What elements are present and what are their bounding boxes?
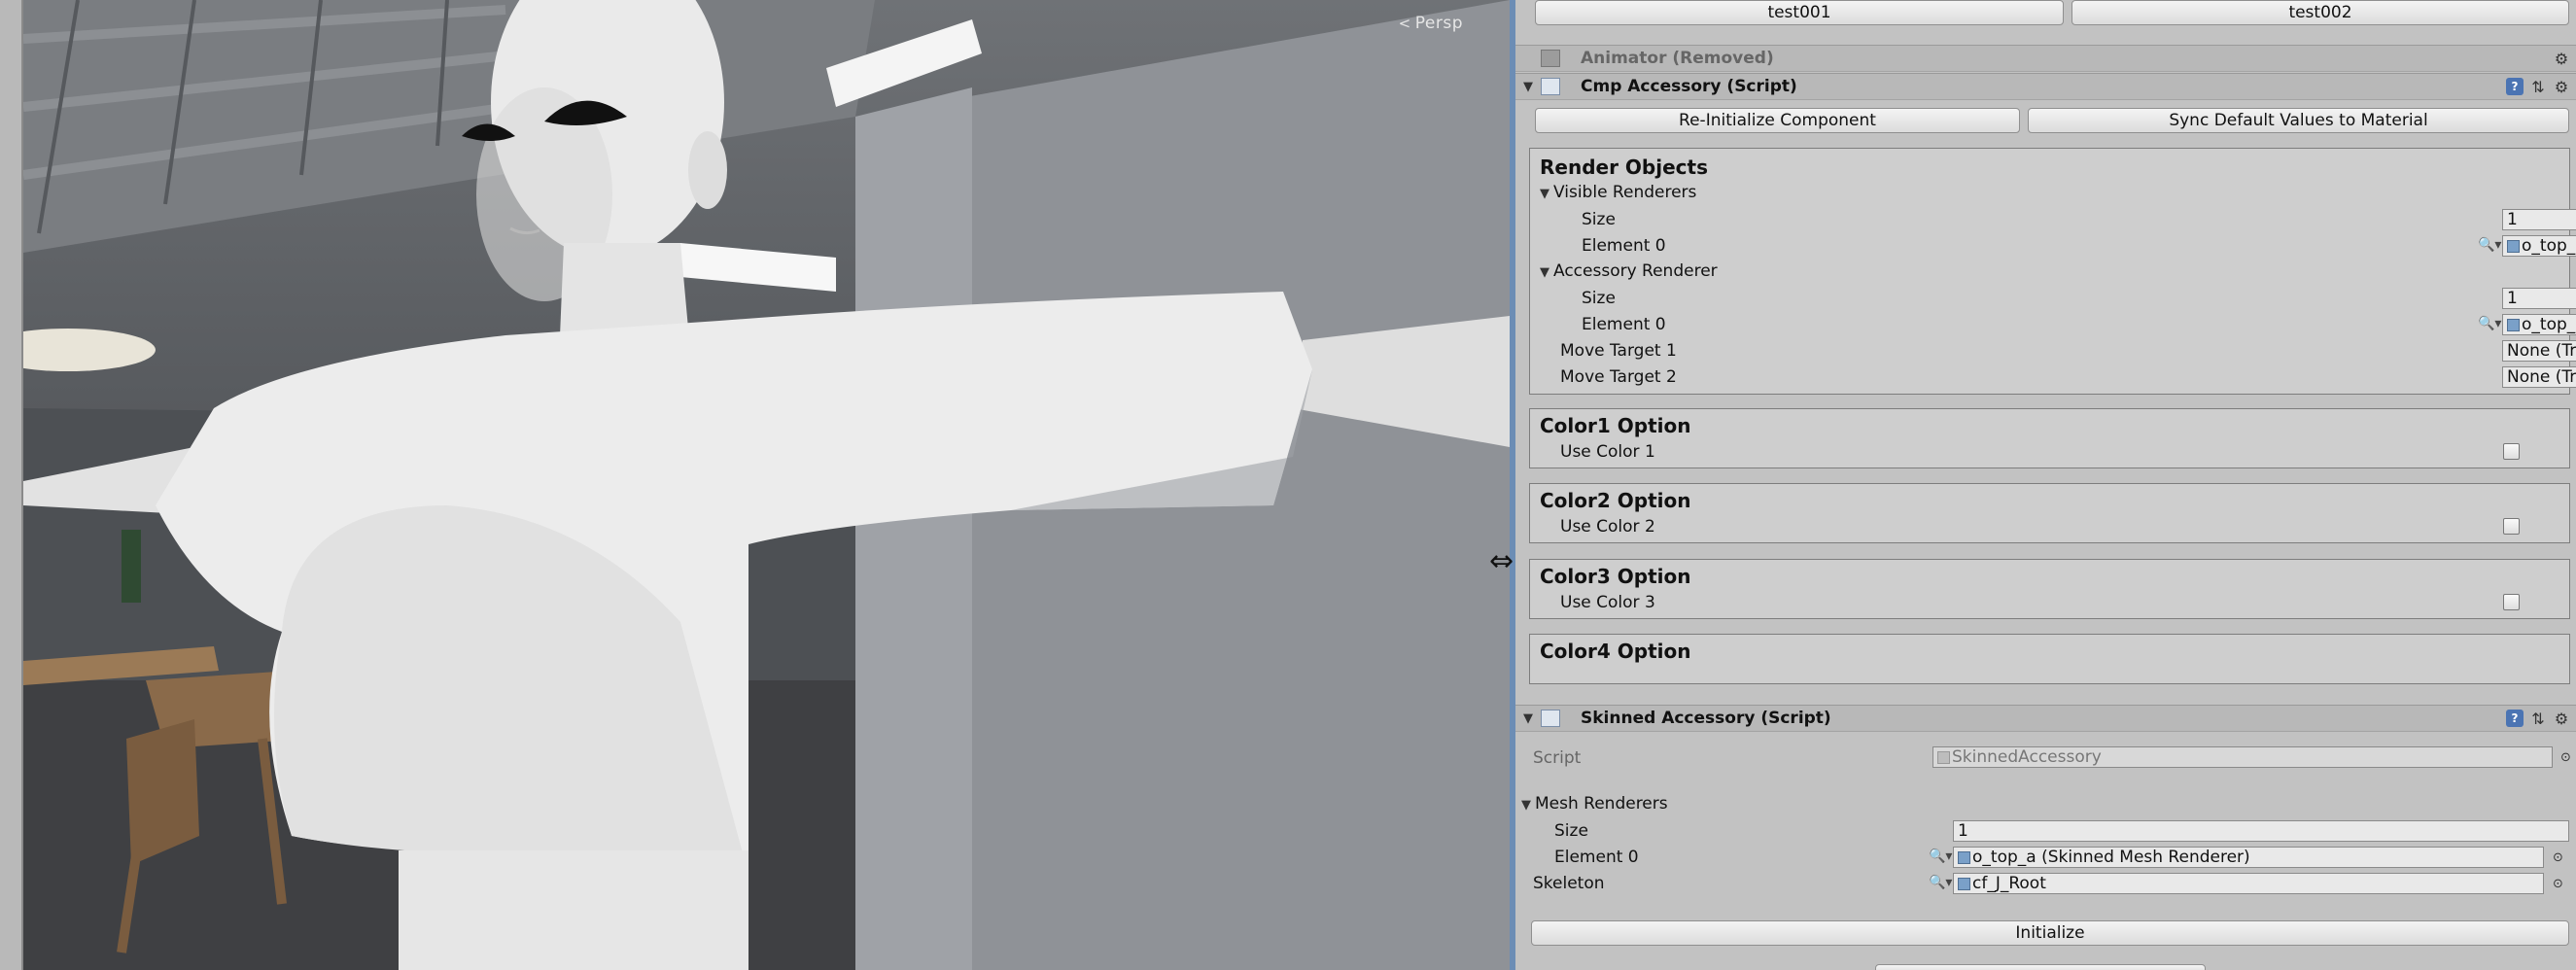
color4-option-heading: Color4 Option bbox=[1540, 640, 1691, 663]
accessory-renderer-size-field[interactable]: 1 bbox=[2502, 288, 2576, 309]
presets-icon[interactable]: ⇅ bbox=[2529, 78, 2547, 96]
partial-button-bottom[interactable] bbox=[1875, 964, 2206, 970]
accessory-renderer-element-0-value: o_top_a (Skinned Mesh Renderer) bbox=[2522, 315, 2576, 334]
render-objects-box: Render Objects ▼ Visible Renderers Size 1… bbox=[1529, 148, 2576, 395]
foldout-arrow-icon: ▼ bbox=[1521, 798, 1531, 813]
mesh-renderers-element-0-value: o_top_a (Skinned Mesh Renderer) bbox=[1972, 848, 2250, 867]
animator-title: Animator (Removed) bbox=[1581, 49, 1774, 68]
scene-view[interactable]: < Persp bbox=[0, 0, 1510, 970]
mesh-renderers-element-0-field[interactable]: o_top_a (Skinned Mesh Renderer) bbox=[1953, 847, 2544, 868]
accessory-renderer-label: Accessory Renderer bbox=[1553, 261, 1718, 281]
script-label: Script bbox=[1533, 748, 1582, 768]
size-label: Size bbox=[1554, 821, 1588, 841]
skinned-accessory-header[interactable]: ▼ Skinned Accessory (Script) ? ⇅ ⚙ bbox=[1515, 705, 2576, 732]
object-target-icon[interactable]: ⊙ bbox=[2553, 850, 2563, 865]
accessory-renderer-foldout[interactable]: ▼ Accessory Renderer bbox=[1540, 261, 1718, 281]
object-target-icon[interactable]: ⊙ bbox=[2553, 877, 2563, 891]
object-picker-search-icon[interactable]: 🔍▾ bbox=[1929, 875, 1952, 890]
animator-header[interactable]: Animator (Removed) ⚙ bbox=[1515, 45, 2576, 72]
use-color-3-label: Use Color 3 bbox=[1560, 593, 1655, 612]
color3-option-box: Color3 Option Use Color 3 bbox=[1529, 559, 2570, 619]
element-0-label: Element 0 bbox=[1582, 236, 1666, 256]
script-file-icon bbox=[1937, 750, 1950, 764]
reinitialize-component-button[interactable]: Re-Initialize Component bbox=[1535, 108, 2020, 133]
mesh-renderer-icon bbox=[2507, 239, 2520, 253]
foldout-arrow-icon[interactable]: ▼ bbox=[1523, 711, 1533, 726]
move-target-1-label: Move Target 1 bbox=[1560, 341, 1677, 361]
animator-icon bbox=[1541, 50, 1560, 67]
skeleton-label: Skeleton bbox=[1533, 874, 1605, 893]
render-objects-heading: Render Objects bbox=[1540, 156, 1708, 179]
skinned-accessory-title: Skinned Accessory (Script) bbox=[1581, 709, 1831, 728]
initialize-button[interactable]: Initialize bbox=[1531, 920, 2569, 946]
accessory-renderer-element-0-field[interactable]: o_top_a (Skinned Mesh Renderer) bbox=[2502, 314, 2576, 335]
color3-option-heading: Color3 Option bbox=[1540, 565, 1691, 588]
help-icon[interactable]: ? bbox=[2506, 710, 2524, 727]
resize-cursor-icon: ⇔ bbox=[1489, 544, 1514, 578]
mesh-renderers-label: Mesh Renderers bbox=[1535, 794, 1668, 814]
element-0-label: Element 0 bbox=[1582, 315, 1666, 334]
test002-button[interactable]: test002 bbox=[2071, 0, 2569, 25]
move-target-2-label: Move Target 2 bbox=[1560, 367, 1677, 387]
use-color-2-checkbox[interactable] bbox=[2503, 518, 2520, 535]
color1-option-box: Color1 Option Use Color 1 bbox=[1529, 408, 2570, 468]
mesh-renderer-icon bbox=[2507, 318, 2520, 331]
script-field: SkinnedAccessory bbox=[1932, 746, 2553, 768]
visible-renderers-size-field[interactable]: 1 bbox=[2502, 209, 2576, 230]
skeleton-value: cf_J_Root bbox=[1972, 874, 2046, 893]
visible-renderers-element-0-value: o_top_a (Skinned Mesh Renderer) bbox=[2522, 236, 2576, 256]
color1-option-heading: Color1 Option bbox=[1540, 414, 1691, 437]
foldout-arrow-icon[interactable]: ▼ bbox=[1523, 80, 1533, 94]
cmp-accessory-title: Cmp Accessory (Script) bbox=[1581, 77, 1797, 96]
scene-left-edge bbox=[0, 0, 23, 970]
scene-render bbox=[0, 0, 1510, 970]
object-picker-search-icon[interactable]: 🔍▾ bbox=[2478, 316, 2501, 331]
gear-icon[interactable]: ⚙ bbox=[2553, 50, 2570, 68]
use-color-1-checkbox[interactable] bbox=[2503, 443, 2520, 460]
script-icon bbox=[1541, 710, 1560, 727]
visible-renderers-element-0-field[interactable]: o_top_a (Skinned Mesh Renderer) bbox=[2502, 235, 2576, 257]
move-target-1-field[interactable]: None (Transform) bbox=[2502, 340, 2576, 362]
color2-option-box: Color2 Option Use Color 2 bbox=[1529, 483, 2570, 543]
use-color-3-checkbox[interactable] bbox=[2503, 594, 2520, 610]
script-icon bbox=[1541, 78, 1560, 95]
help-icon[interactable]: ? bbox=[2506, 78, 2524, 95]
foldout-arrow-icon: ▼ bbox=[1540, 187, 1549, 201]
sync-default-values-button[interactable]: Sync Default Values to Material bbox=[2028, 108, 2569, 133]
foldout-arrow-icon: ▼ bbox=[1540, 265, 1549, 280]
use-color-2-label: Use Color 2 bbox=[1560, 517, 1655, 537]
element-0-label: Element 0 bbox=[1554, 848, 1639, 867]
visible-renderers-foldout[interactable]: ▼ Visible Renderers bbox=[1540, 183, 1696, 202]
skeleton-field[interactable]: cf_J_Root bbox=[1953, 873, 2544, 894]
test001-button[interactable]: test001 bbox=[1535, 0, 2064, 25]
presets-icon[interactable]: ⇅ bbox=[2529, 710, 2547, 728]
gear-icon[interactable]: ⚙ bbox=[2553, 710, 2570, 728]
mesh-renderers-foldout[interactable]: ▼ Mesh Renderers bbox=[1521, 794, 1668, 814]
size-label: Size bbox=[1582, 289, 1616, 308]
inspector-panel: test001 test002 Animator (Removed) ⚙ ▼ C… bbox=[1515, 0, 2576, 970]
transform-icon bbox=[1958, 877, 1970, 890]
gear-icon[interactable]: ⚙ bbox=[2553, 78, 2570, 96]
object-picker-search-icon[interactable]: 🔍▾ bbox=[2478, 237, 2501, 253]
mesh-renderers-size-field[interactable]: 1 bbox=[1953, 820, 2569, 842]
color4-option-box: Color4 Option bbox=[1529, 634, 2570, 684]
object-target-icon[interactable]: ⊙ bbox=[2560, 750, 2571, 765]
view-mode-label[interactable]: < Persp bbox=[1399, 14, 1463, 33]
mesh-renderer-icon bbox=[1958, 850, 1970, 864]
unity-editor: < Persp ⇔ test001 test002 Animator (Remov… bbox=[0, 0, 2576, 970]
persp-text: Persp bbox=[1414, 14, 1463, 33]
object-picker-search-icon[interactable]: 🔍▾ bbox=[1929, 849, 1952, 864]
move-target-2-field[interactable]: None (Transform) bbox=[2502, 366, 2576, 388]
color2-option-heading: Color2 Option bbox=[1540, 489, 1691, 512]
use-color-1-label: Use Color 1 bbox=[1560, 442, 1655, 462]
perspective-gizmo-icon: < bbox=[1398, 15, 1411, 32]
script-value: SkinnedAccessory bbox=[1952, 747, 2102, 767]
cmp-accessory-header[interactable]: ▼ Cmp Accessory (Script) ? ⇅ ⚙ bbox=[1515, 73, 2576, 100]
visible-renderers-label: Visible Renderers bbox=[1553, 183, 1697, 202]
size-label: Size bbox=[1582, 210, 1616, 229]
